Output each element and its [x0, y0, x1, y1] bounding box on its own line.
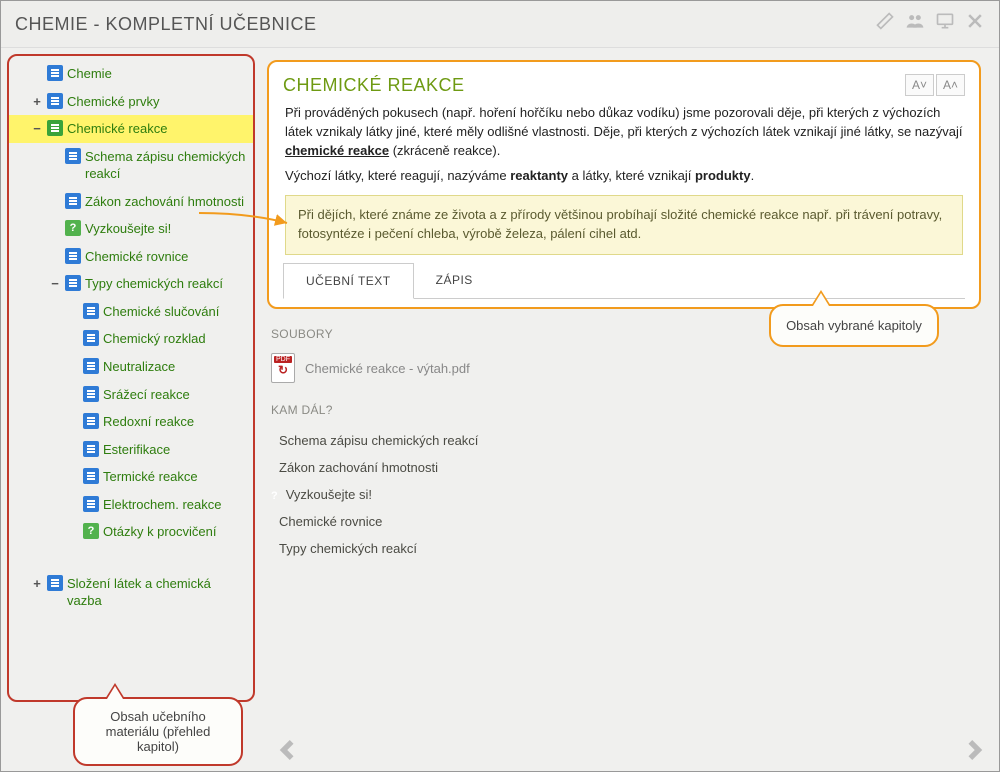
tree-item-label: Otázky k procvičení [103, 523, 247, 541]
page-icon [83, 441, 99, 457]
tree-item-label: Zákon zachování hmotnosti [85, 193, 247, 211]
note-box: Při dějích, které známe ze života a z př… [285, 195, 963, 255]
chapter-tree: Chemie + Chemické prvky − Chemické reakce Sch… [9, 60, 253, 615]
tab-ucebni-text[interactable]: UČEBNÍ TEXT [283, 263, 414, 299]
font-decrease-button[interactable]: A˅ [905, 74, 934, 96]
toggle-icon[interactable]: − [31, 120, 43, 138]
file-attachment[interactable]: PDF↻ Chemické reakce - výtah.pdf [267, 351, 981, 385]
tree-item-label: Vyzkoušejte si! [85, 220, 247, 238]
next-link[interactable]: Zákon zachování hmotnosti [269, 454, 981, 481]
page-icon [47, 93, 63, 109]
page-icon [83, 496, 99, 512]
tree-item[interactable]: + Chemické prvky [9, 88, 253, 116]
tree-item[interactable]: Elektrochem. reakce [9, 491, 253, 519]
help-icon [83, 523, 99, 539]
page-icon [47, 65, 63, 81]
tree-item-label: Chemické rovnice [85, 248, 247, 266]
tree-item-label: Redoxní reakce [103, 413, 247, 431]
content-area: CHEMICKÉ REAKCE A˅ A˄ Při prováděných po… [261, 48, 999, 772]
content-outline: CHEMICKÉ REAKCE A˅ A˄ Při prováděných po… [267, 60, 981, 309]
tree-item[interactable]: Zákon zachování hmotnosti [9, 188, 253, 216]
page-icon [83, 386, 99, 402]
display-icon[interactable] [935, 11, 955, 37]
tree-item-label: Chemické prvky [67, 93, 247, 111]
content-title: CHEMICKÉ REAKCE [283, 75, 465, 96]
prev-page-button[interactable] [271, 735, 301, 768]
tree-item[interactable]: Redoxní reakce [9, 408, 253, 436]
tree-item[interactable]: − Chemické reakce [9, 115, 253, 143]
next-heading: KAM DÁL? [271, 403, 981, 417]
next-link[interactable]: Vyzkoušejte si! [269, 481, 981, 508]
page-icon [47, 120, 63, 136]
tab-zapis[interactable]: ZÁPIS [414, 263, 495, 298]
next-link-label: Schema zápisu chemických reakcí [279, 433, 478, 448]
help-icon [271, 487, 278, 502]
tree-item-label: Složení látek a chemická vazba [67, 575, 247, 610]
tree-item-label: Typy chemických reakcí [85, 275, 247, 293]
next-link[interactable]: Chemické rovnice [269, 508, 981, 535]
tree-item-label: Esterifikace [103, 441, 247, 459]
next-link[interactable]: Schema zápisu chemických reakcí [269, 427, 981, 454]
next-link[interactable]: Typy chemických reakcí [269, 535, 981, 562]
header-actions [875, 11, 985, 37]
toggle-icon[interactable]: − [49, 275, 61, 293]
next-link-label: Zákon zachování hmotnosti [279, 460, 438, 475]
file-name: Chemické reakce - výtah.pdf [305, 361, 470, 376]
page-icon [83, 468, 99, 484]
next-link-label: Vyzkoušejte si! [286, 487, 372, 502]
callout-sidebar: Obsah učebního materiálu (přehled kapito… [73, 697, 243, 766]
tree-item-label: Srážecí reakce [103, 386, 247, 404]
tree-item[interactable]: Otázky k procvičení [9, 518, 253, 546]
tree-item-label: Elektrochem. reakce [103, 496, 247, 514]
sidebar: Chemie + Chemické prvky − Chemické reakce Sch… [1, 48, 261, 772]
tree-item-label: Chemické reakce [67, 120, 247, 138]
edit-icon[interactable] [875, 11, 895, 37]
tree-item[interactable]: Chemické slučování [9, 298, 253, 326]
tree-item[interactable]: Neutralizace [9, 353, 253, 381]
help-icon [65, 220, 81, 236]
pdf-icon: PDF↻ [271, 353, 295, 383]
tree-item[interactable]: Chemický rozklad [9, 325, 253, 353]
toggle-icon[interactable]: + [31, 575, 43, 593]
page-icon [47, 575, 63, 591]
tree-item[interactable]: Schema zápisu chemických reakcí [9, 143, 253, 188]
tree-item[interactable]: − Typy chemických reakcí [9, 270, 253, 298]
page-icon [65, 193, 81, 209]
tree-item[interactable]: Termické reakce [9, 463, 253, 491]
tree-item[interactable]: Chemické rovnice [9, 243, 253, 271]
users-icon[interactable] [905, 11, 925, 37]
tree-item-label: Chemie [67, 65, 247, 83]
page-icon [83, 303, 99, 319]
tree-item-label: Schema zápisu chemických reakcí [85, 148, 247, 183]
callout-content: Obsah vybrané kapitoly [769, 304, 939, 347]
tree-item-label: Termické reakce [103, 468, 247, 486]
tree-item-label: Neutralizace [103, 358, 247, 376]
tree-item[interactable]: Srážecí reakce [9, 381, 253, 409]
tree-item[interactable]: Vyzkoušejte si! [9, 215, 253, 243]
font-increase-button[interactable]: A˄ [936, 74, 965, 96]
page-icon [65, 275, 81, 291]
next-links: Schema zápisu chemických reakcí Zákon zac… [269, 427, 981, 562]
page-icon [65, 248, 81, 264]
next-link-label: Typy chemických reakcí [279, 541, 417, 556]
paragraph-2: Výchozí látky, které reagují, nazýváme r… [285, 167, 963, 186]
tree-item-label: Chemický rozklad [103, 330, 247, 348]
next-link-label: Chemické rovnice [279, 514, 382, 529]
page-icon [83, 413, 99, 429]
tree-item[interactable]: Chemie [9, 60, 253, 88]
page-icon [83, 358, 99, 374]
close-icon[interactable] [965, 11, 985, 37]
page-icon [65, 148, 81, 164]
sidebar-outline: Chemie + Chemické prvky − Chemické reakce Sch… [7, 54, 255, 702]
tree-item-label: Chemické slučování [103, 303, 247, 321]
toggle-icon[interactable]: + [31, 93, 43, 111]
header-bar: CHEMIE - KOMPLETNÍ UČEBNICE [1, 1, 999, 48]
tree-item[interactable]: + Složení látek a chemická vazba [9, 570, 253, 615]
paragraph-1: Při prováděných pokusech (např. hoření h… [285, 104, 963, 161]
page-icon [83, 330, 99, 346]
page-title: CHEMIE - KOMPLETNÍ UČEBNICE [15, 14, 317, 35]
next-page-button[interactable] [961, 735, 991, 768]
tree-item[interactable]: Esterifikace [9, 436, 253, 464]
content-tabs: UČEBNÍ TEXT ZÁPIS [283, 263, 965, 299]
